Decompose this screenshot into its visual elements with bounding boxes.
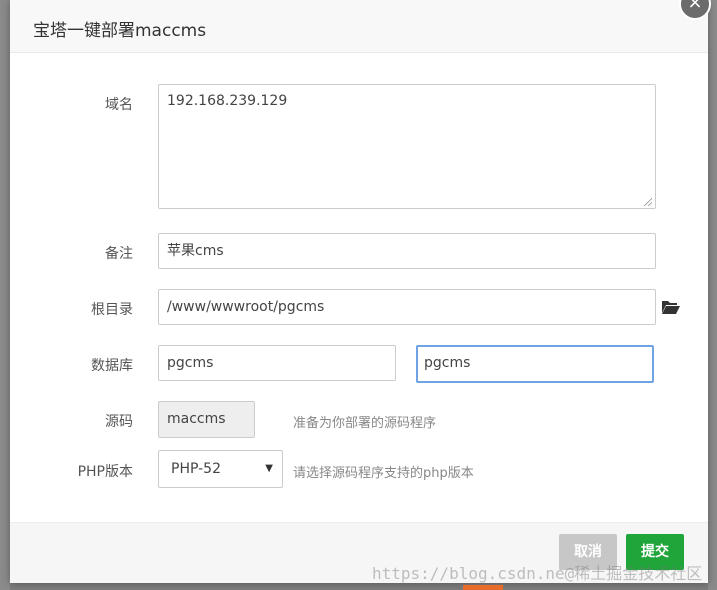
root-input[interactable]: /www/wwwroot/pgcms: [158, 289, 656, 325]
deploy-dialog: 宝塔一键部署maccms 域名 192.168.239.129 备注 苹果cms…: [10, 0, 708, 583]
remark-label: 备注: [105, 246, 133, 262]
php-version-select[interactable]: PHP-52 ▼: [158, 450, 283, 488]
remark-input[interactable]: 苹果cms: [158, 233, 656, 269]
db-password-input[interactable]: pgcms: [416, 345, 654, 383]
php-label: PHP版本: [77, 464, 133, 480]
background-right-strip: [708, 0, 717, 590]
php-hint: 请选择源码程序支持的php版本: [293, 466, 474, 481]
php-selected-value: PHP-52: [171, 461, 221, 477]
background-left-strip: [0, 0, 10, 590]
resize-grip-icon[interactable]: [644, 198, 652, 206]
root-label: 根目录: [91, 302, 133, 318]
caret-down-icon: ▼: [265, 463, 273, 474]
dialog-title: 宝塔一键部署maccms: [33, 21, 207, 41]
watermark: https://blog.csdn.ne@稀土掘金技术社区: [372, 564, 703, 583]
folder-open-icon[interactable]: [661, 299, 681, 315]
domain-label: 域名: [105, 97, 133, 113]
source-label: 源码: [105, 414, 133, 430]
domain-text: 192.168.239.129: [167, 93, 288, 109]
database-label: 数据库: [91, 358, 133, 374]
source-input: maccms: [158, 401, 255, 438]
db-name-input[interactable]: pgcms: [158, 345, 396, 381]
source-hint: 准备为你部署的源码程序: [293, 416, 437, 431]
background-orange-element: [463, 585, 503, 590]
dialog-header: 宝塔一键部署maccms: [10, 0, 708, 53]
